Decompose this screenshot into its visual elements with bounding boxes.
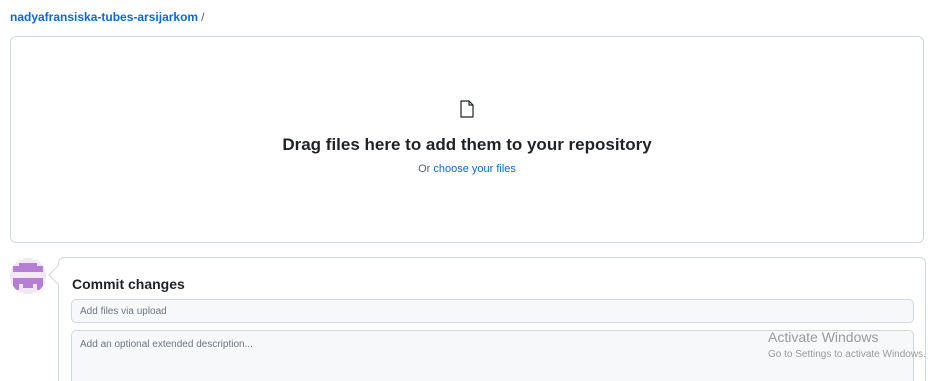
- upload-page: nadyafransiska-tubes-arsijarkom / Drag fi…: [0, 0, 948, 381]
- or-text: Or: [418, 163, 434, 175]
- dropzone-subtitle: Or choose your files: [11, 162, 923, 176]
- commit-title: Commit changes: [72, 276, 185, 292]
- breadcrumb: nadyafransiska-tubes-arsijarkom /: [10, 9, 204, 25]
- breadcrumb-separator: /: [201, 10, 205, 24]
- repo-link[interactable]: nadyafransiska-tubes-arsijarkom: [10, 10, 198, 24]
- commit-panel-pointer: [48, 265, 68, 285]
- avatar[interactable]: [10, 258, 46, 294]
- commit-summary-input[interactable]: [71, 299, 914, 323]
- commit-description-input[interactable]: [71, 330, 914, 381]
- identicon-avatar: [10, 258, 46, 294]
- file-icon: [460, 100, 474, 118]
- dropzone-title: Drag files here to add them to your repo…: [282, 135, 652, 154]
- commit-changes-panel: Commit changes: [48, 257, 926, 381]
- choose-files-link[interactable]: choose your files: [433, 163, 516, 175]
- file-dropzone[interactable]: Drag files here to add them to your repo…: [10, 36, 924, 243]
